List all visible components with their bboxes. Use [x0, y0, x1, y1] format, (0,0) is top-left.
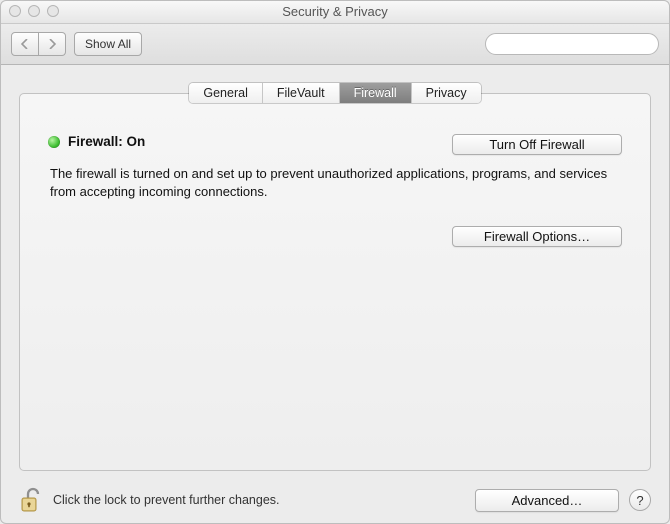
- chevron-right-icon: [48, 39, 56, 49]
- firewall-description: The firewall is turned on and set up to …: [50, 165, 620, 200]
- search-input[interactable]: [496, 36, 655, 52]
- nav-group: [11, 32, 66, 56]
- chevron-left-icon: [21, 39, 29, 49]
- turn-off-firewall-label: Turn Off Firewall: [489, 137, 584, 152]
- lock-open-icon[interactable]: [19, 486, 43, 514]
- advanced-label: Advanced…: [512, 493, 583, 508]
- tab-privacy[interactable]: Privacy: [412, 83, 481, 103]
- firewall-options-label: Firewall Options…: [484, 229, 590, 244]
- zoom-window-button[interactable]: [47, 5, 59, 17]
- tab-filevault-label: FileVault: [277, 86, 325, 100]
- status-indicator-icon: [48, 136, 60, 148]
- traffic-lights: [9, 5, 59, 17]
- tab-general-label: General: [203, 86, 247, 100]
- tab-firewall[interactable]: Firewall: [340, 83, 412, 103]
- firewall-options-button[interactable]: Firewall Options…: [452, 226, 622, 247]
- search-field[interactable]: [485, 33, 659, 55]
- tab-general[interactable]: General: [189, 83, 262, 103]
- tab-filevault[interactable]: FileVault: [263, 83, 340, 103]
- minimize-window-button[interactable]: [28, 5, 40, 17]
- footer: Click the lock to prevent further change…: [1, 477, 669, 523]
- tab-strip: General FileVault Firewall Privacy: [1, 83, 669, 103]
- tab-firewall-label: Firewall: [354, 86, 397, 100]
- tab-group: General FileVault Firewall Privacy: [189, 83, 480, 103]
- show-all-button[interactable]: Show All: [74, 32, 142, 56]
- titlebar: Security & Privacy: [1, 1, 669, 24]
- back-button[interactable]: [11, 32, 39, 56]
- firewall-pane: Firewall: On Turn Off Firewall The firew…: [19, 93, 651, 471]
- window-title: Security & Privacy: [282, 4, 387, 19]
- show-all-label: Show All: [85, 37, 131, 51]
- toolbar: Show All: [1, 24, 669, 65]
- preferences-window: Security & Privacy Show All General File…: [0, 0, 670, 524]
- turn-off-firewall-button[interactable]: Turn Off Firewall: [452, 134, 622, 155]
- lock-hint-text: Click the lock to prevent further change…: [53, 493, 280, 507]
- close-window-button[interactable]: [9, 5, 21, 17]
- forward-button[interactable]: [39, 32, 66, 56]
- help-label: ?: [636, 493, 643, 508]
- help-button[interactable]: ?: [629, 489, 651, 511]
- advanced-button[interactable]: Advanced…: [475, 489, 619, 512]
- firewall-status-title: Firewall: On: [68, 134, 145, 149]
- tab-privacy-label: Privacy: [426, 86, 467, 100]
